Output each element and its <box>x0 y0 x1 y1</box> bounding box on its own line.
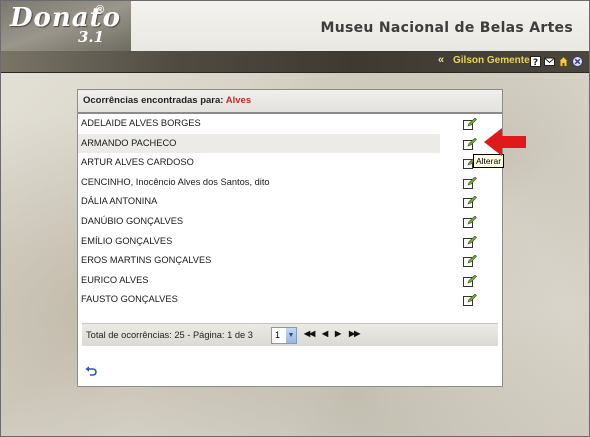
artist-name[interactable]: DANÚBIO GONÇALVES <box>81 216 183 226</box>
list-item[interactable]: FAUSTO GONÇALVES <box>78 290 502 310</box>
edit-icon[interactable] <box>463 176 477 189</box>
list-item[interactable]: EMÍLIO GONÇALVES <box>78 232 502 252</box>
results-panel: Ocorrências encontradas para: Alves ADEL… <box>77 89 503 387</box>
edit-icon[interactable] <box>463 215 477 228</box>
page-select[interactable]: 1 ▼ <box>271 327 297 344</box>
last-page-icon[interactable]: ▶▶ <box>349 329 360 338</box>
help-icon[interactable]: ? <box>530 56 541 67</box>
list-item[interactable]: DÁLIA ANTONINA <box>78 192 502 212</box>
edit-icon[interactable] <box>463 235 477 248</box>
chevron-down-icon[interactable]: ▼ <box>286 328 296 343</box>
page-select-value: 1 <box>275 330 281 340</box>
artist-name[interactable]: DÁLIA ANTONINA <box>81 196 157 206</box>
user-bar: « Gilson Gemente ? <box>1 51 589 73</box>
artist-name[interactable]: EROS MARTINS GONÇALVES <box>81 255 211 265</box>
pagination-bar: Total de ocorrências: 25 - Página: 1 de … <box>82 323 498 346</box>
results-header: Ocorrências encontradas para: Alves <box>78 90 502 114</box>
artist-name[interactable]: ADELAIDE ALVES BORGES <box>81 118 201 128</box>
pagination-summary: Total de ocorrências: 25 - Página: 1 de … <box>86 330 253 340</box>
edit-icon[interactable] <box>463 294 477 307</box>
close-icon[interactable] <box>572 56 583 67</box>
username[interactable]: Gilson Gemente <box>453 55 530 66</box>
edit-icon[interactable] <box>463 118 477 130</box>
home-icon[interactable] <box>558 56 569 67</box>
museum-title: Museu Nacional de Belas Artes <box>320 20 573 36</box>
header: Donato ® 3.1 Museu Nacional de Belas Art… <box>1 1 589 51</box>
search-term: Alves <box>225 95 252 106</box>
artist-name[interactable]: ARTUR ALVES CARDOSO <box>81 157 194 167</box>
app-window: Donato ® 3.1 Museu Nacional de Belas Art… <box>0 0 590 437</box>
list-item[interactable]: ARMANDO PACHECO <box>78 133 502 154</box>
list-item[interactable]: ARTUR ALVES CARDOSO <box>78 153 502 173</box>
logo-text: Donato <box>10 3 121 33</box>
artist-name[interactable]: EMÍLIO GONÇALVES <box>81 236 172 246</box>
results-list: ADELAIDE ALVES BORGES ARMANDO PACHECO AR… <box>78 114 502 310</box>
list-item[interactable]: EROS MARTINS GONÇALVES <box>78 251 502 271</box>
artist-name[interactable]: FAUSTO GONÇALVES <box>81 294 178 304</box>
artist-name[interactable]: EURICO ALVES <box>81 275 149 285</box>
red-arrow-annotation <box>484 128 526 156</box>
prev-page-icon[interactable]: ◀ <box>322 329 328 338</box>
results-header-label: Ocorrências encontradas para: <box>83 95 224 106</box>
edit-icon[interactable] <box>463 274 477 287</box>
list-item[interactable]: ADELAIDE ALVES BORGES <box>78 114 502 134</box>
collapse-chevron-icon[interactable]: « <box>438 54 444 66</box>
svg-text:?: ? <box>533 58 538 67</box>
list-item[interactable]: EURICO ALVES <box>78 271 502 291</box>
list-item[interactable]: CENCINHO, Inocêncio Alves dos Santos, di… <box>78 173 502 193</box>
first-page-icon[interactable]: ◀◀ <box>304 329 315 338</box>
logo: Donato ® 3.1 <box>1 1 131 51</box>
edit-icon[interactable] <box>463 137 477 150</box>
edit-icon[interactable] <box>463 255 477 268</box>
back-icon[interactable] <box>85 366 97 376</box>
artist-name[interactable]: ARMANDO PACHECO <box>81 138 176 148</box>
logo-version: 3.1 <box>78 28 105 46</box>
artist-name[interactable]: CENCINHO, Inocêncio Alves dos Santos, di… <box>81 177 270 187</box>
mail-icon[interactable] <box>544 56 555 67</box>
logo-registered-mark: ® <box>96 4 105 16</box>
next-page-icon[interactable]: ▶ <box>335 329 341 338</box>
edit-icon[interactable] <box>463 196 477 209</box>
list-item[interactable]: DANÚBIO GONÇALVES <box>78 212 502 232</box>
